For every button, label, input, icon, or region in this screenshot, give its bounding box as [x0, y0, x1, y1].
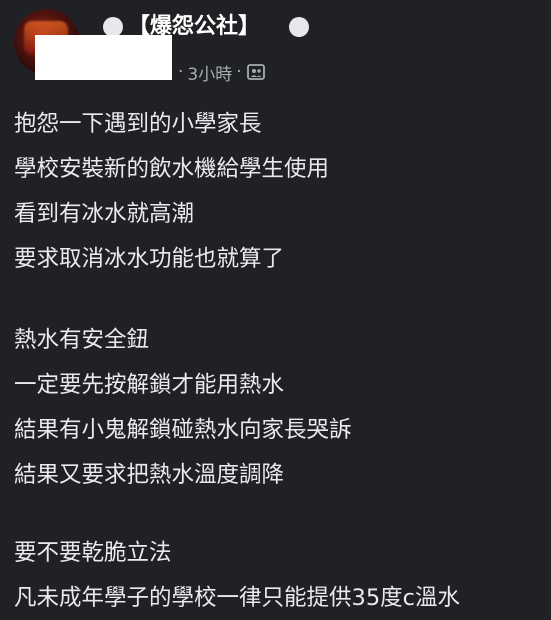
post-text-line: 看到有冰水就高潮: [14, 201, 195, 227]
post-text-line: 要不要乾脆立法: [14, 540, 172, 566]
post-text-line: 要求取消冰水功能也就算了: [14, 246, 285, 272]
post-text-line: 抱怨一下遇到的小學家長: [14, 111, 262, 137]
post-meta: · 3小時 ·: [174, 59, 266, 85]
group-members-icon: [246, 62, 266, 82]
post-text-line: 結果有小鬼解鎖碰熱水向家長哭訴: [14, 417, 352, 443]
redacted-author-name: [35, 35, 172, 80]
post-text-line: 凡未成年學子的學校一律只能提供35度c溫水: [14, 585, 461, 611]
post-text-line: 熱水有安全鈕: [14, 327, 150, 353]
post-text-line: 學校安裝新的飲水機給學生使用: [14, 156, 330, 182]
post-text-line: 結果又要求把熱水溫度調降: [14, 462, 285, 488]
meta-separator: ·: [236, 62, 242, 82]
post-text-line: 一定要先按解鎖才能用熱水: [14, 372, 285, 398]
post-header: 【爆怨公社】 · 3小時 ·: [0, 0, 551, 95]
meta-separator: ·: [178, 62, 184, 82]
post-timestamp[interactable]: 3小時: [187, 60, 232, 85]
status-dot-icon: [289, 17, 309, 37]
status-dot-icon: [103, 17, 123, 37]
